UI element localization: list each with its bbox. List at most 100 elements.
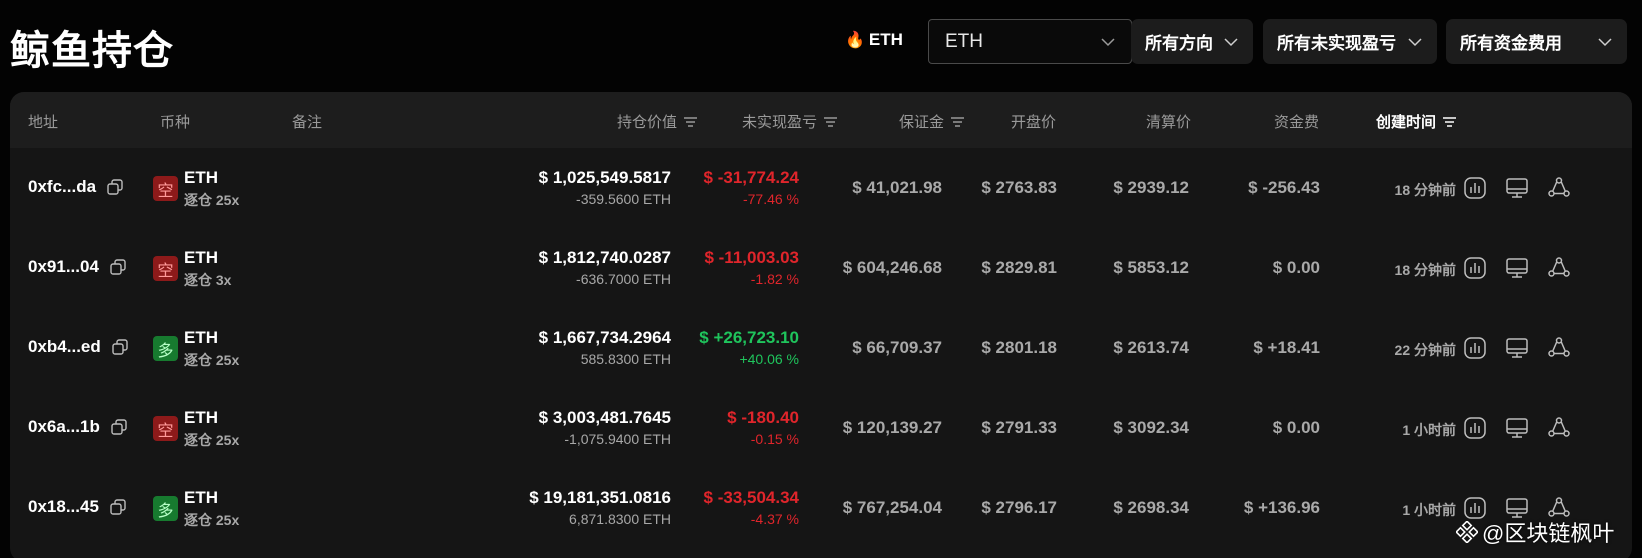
table-row[interactable]: 0xfc...da 空 ETH 逐仓 25x $ 1,025,549.5817 -359.… <box>10 148 1632 231</box>
header-address: 地址 <box>28 114 59 131</box>
wallet-address[interactable]: 0xfc...da <box>28 177 124 197</box>
funding-fee: $ -256.43 <box>1248 178 1320 197</box>
address-text: 0x6a...1b <box>28 417 100 436</box>
header-funding-fee: 资金费 <box>1273 114 1319 131</box>
header-unrealized-pnl[interactable]: 未实现盈亏 <box>742 111 838 132</box>
monitor-icon[interactable] <box>1505 176 1529 200</box>
chart-icon[interactable] <box>1463 176 1487 200</box>
coin-select[interactable]: ETH <box>928 19 1132 64</box>
position-size: 585.8300 ETH <box>580 351 671 367</box>
wallet-address[interactable]: 0x18...45 <box>28 497 127 517</box>
position-value: $ 19,181,351.0816 <box>529 488 671 507</box>
share-icon[interactable] <box>1547 176 1571 200</box>
liquidation-price: $ 2698.34 <box>1113 498 1189 517</box>
table-row[interactable]: 0x18...45 多 ETH 逐仓 25x $ 19,181,351.0816 6,87… <box>10 468 1632 551</box>
funding-fee: $ +18.41 <box>1253 338 1320 357</box>
position-size: -1,075.9400 ETH <box>564 431 671 447</box>
copy-icon[interactable] <box>109 258 127 276</box>
funding-fee: $ 0.00 <box>1272 418 1320 437</box>
table-row[interactable]: 0x91...04 空 ETH 逐仓 3x $ 1,812,740.0287 -636.7… <box>10 228 1632 311</box>
header-coin: 币种 <box>160 114 191 131</box>
monitor-icon[interactable] <box>1505 256 1529 280</box>
direction-dropdown-label: 所有方向 <box>1145 34 1213 53</box>
leverage-label: 逐仓 25x <box>184 432 240 448</box>
wallet-address[interactable]: 0x91...04 <box>28 257 127 277</box>
leverage-label: 逐仓 25x <box>184 352 240 368</box>
fire-icon: 🔥 <box>845 32 865 49</box>
entry-price: $ 2829.81 <box>981 258 1057 277</box>
unrealized-pnl: $ -11,003.03 <box>704 248 799 267</box>
monitor-icon[interactable] <box>1505 336 1529 360</box>
unrealized-pnl-percent: -1.82 % <box>750 271 799 287</box>
unrealized-pnl-percent: +40.06 % <box>739 351 799 367</box>
chart-icon[interactable] <box>1463 416 1487 440</box>
direction-dropdown[interactable]: 所有方向 <box>1131 19 1253 64</box>
chevron-down-icon <box>1223 34 1239 50</box>
sort-icon[interactable] <box>823 116 838 128</box>
sort-icon[interactable] <box>950 116 965 128</box>
copy-icon[interactable] <box>110 418 128 436</box>
unrealized-pnl: $ -31,774.24 <box>703 168 799 187</box>
created-time: 1 小时前 <box>1402 422 1456 438</box>
hot-coin-tag[interactable]: 🔥 ETH <box>845 30 903 50</box>
copy-icon[interactable] <box>106 178 124 196</box>
funding-fee: $ 0.00 <box>1272 258 1320 277</box>
position-size: -359.5600 ETH <box>576 191 671 207</box>
table-header: 地址 币种 备注 持仓价值 未实现盈亏 保证金 开盘价 清算价 资金费 创建时间 <box>10 92 1632 148</box>
monitor-icon[interactable] <box>1505 416 1529 440</box>
chart-icon[interactable] <box>1463 336 1487 360</box>
entry-price: $ 2763.83 <box>981 178 1057 197</box>
header-created-time[interactable]: 创建时间 <box>1376 111 1457 132</box>
whale-positions-table: 地址 币种 备注 持仓价值 未实现盈亏 保证金 开盘价 清算价 资金费 创建时间 <box>10 92 1632 558</box>
header-margin[interactable]: 保证金 <box>899 111 965 132</box>
chart-icon[interactable] <box>1463 256 1487 280</box>
wallet-address[interactable]: 0xb4...ed <box>28 337 129 357</box>
coin-name: ETH <box>184 248 218 267</box>
share-icon[interactable] <box>1547 256 1571 280</box>
margin-value: $ 120,139.27 <box>842 418 942 437</box>
position-size: -636.7000 ETH <box>576 271 671 287</box>
chevron-down-icon <box>1407 34 1423 50</box>
created-time: 18 分钟前 <box>1394 182 1456 198</box>
wallet-address[interactable]: 0x6a...1b <box>28 417 128 437</box>
share-icon[interactable] <box>1547 336 1571 360</box>
unrealized-pnl-percent: -0.15 % <box>750 431 799 447</box>
coin-name: ETH <box>184 328 218 347</box>
share-icon[interactable] <box>1547 416 1571 440</box>
coin-name: ETH <box>184 168 218 187</box>
pnl-dropdown[interactable]: 所有未实现盈亏 <box>1263 19 1437 64</box>
side-badge: 空 <box>153 176 178 201</box>
table-row[interactable]: 0xb4...ed 多 ETH 逐仓 25x $ 1,667,734.2964 585.8… <box>10 308 1632 391</box>
entry-price: $ 2791.33 <box>981 418 1057 437</box>
address-text: 0xfc...da <box>28 177 97 196</box>
table-row[interactable]: 0x6a...1b 空 ETH 逐仓 25x $ 3,003,481.7645 -1,07… <box>10 388 1632 471</box>
sort-icon[interactable] <box>683 116 698 128</box>
chevron-down-icon <box>1597 34 1613 50</box>
address-text: 0x18...45 <box>28 497 99 516</box>
entry-price: $ 2801.18 <box>981 338 1057 357</box>
chevron-down-icon <box>1100 34 1116 50</box>
position-size: 6,871.8300 ETH <box>569 511 671 527</box>
copy-icon[interactable] <box>109 498 127 516</box>
funding-dropdown-label: 所有资金费用 <box>1460 34 1562 53</box>
watermark: @区块链枫叶 <box>1456 516 1614 548</box>
sort-icon[interactable] <box>1442 116 1457 128</box>
header-entry-price: 开盘价 <box>1010 114 1056 131</box>
unrealized-pnl: $ -180.40 <box>727 408 799 427</box>
position-value: $ 1,667,734.2964 <box>538 328 671 347</box>
page-title: 鲸鱼持仓 <box>10 29 174 73</box>
watermark-text: @区块链枫叶 <box>1482 521 1615 546</box>
copy-icon[interactable] <box>111 338 129 356</box>
created-time: 18 分钟前 <box>1394 262 1456 278</box>
funding-dropdown[interactable]: 所有资金费用 <box>1446 19 1627 64</box>
pnl-dropdown-label: 所有未实现盈亏 <box>1277 34 1396 53</box>
unrealized-pnl: $ +26,723.10 <box>699 328 799 347</box>
unrealized-pnl-percent: -77.46 % <box>742 191 799 207</box>
coin-select-value: ETH <box>945 30 983 52</box>
unrealized-pnl-percent: -4.37 % <box>750 511 799 527</box>
position-value: $ 1,025,549.5817 <box>538 168 671 187</box>
header-position-value[interactable]: 持仓价值 <box>617 111 698 132</box>
position-value: $ 1,812,740.0287 <box>538 248 671 267</box>
margin-value: $ 767,254.04 <box>842 498 942 517</box>
unrealized-pnl: $ -33,504.34 <box>703 488 799 507</box>
